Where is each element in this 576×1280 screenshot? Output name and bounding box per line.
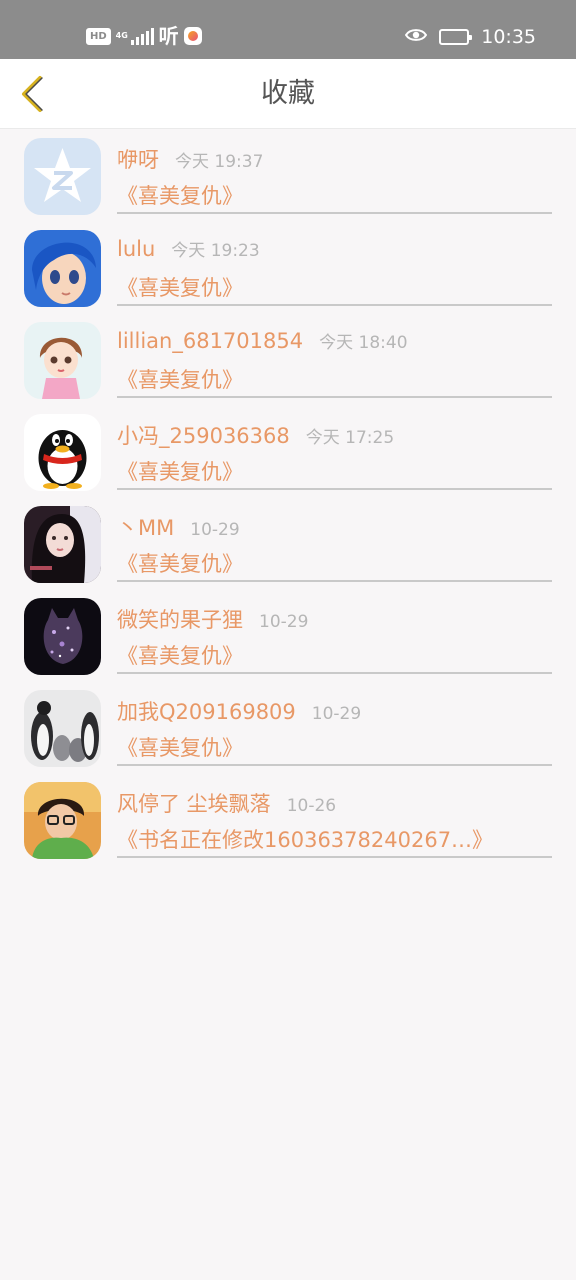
list-item-body: lulu 今天 19:23 《喜美复仇》 bbox=[117, 222, 552, 306]
list-item[interactable]: 丶MM 10-29 《喜美复仇》 bbox=[0, 498, 576, 590]
book-title: 《喜美复仇》 bbox=[117, 644, 243, 668]
list-item[interactable]: 加我Q209169809 10-29 《喜美复仇》 bbox=[0, 682, 576, 774]
user-name: 丶MM bbox=[117, 516, 175, 540]
timestamp: 今天 19:23 bbox=[171, 241, 260, 261]
timestamp: 10-29 bbox=[259, 612, 309, 632]
status-right: 10:35 bbox=[405, 23, 536, 51]
listen-app-icon: 听 bbox=[158, 24, 179, 48]
qzone-star-avatar[interactable] bbox=[24, 138, 101, 215]
list-item-body: 加我Q209169809 10-29 《喜美复仇》 bbox=[117, 682, 552, 766]
list-item-body: 风停了 尘埃飘落 10-26 《书名正在修改16036378240267…》 bbox=[117, 774, 552, 858]
penguins-photo-avatar[interactable] bbox=[24, 690, 101, 767]
user-name: 小冯_259036368 bbox=[117, 424, 290, 448]
book-title: 《喜美复仇》 bbox=[117, 552, 243, 576]
book-title: 《喜美复仇》 bbox=[117, 276, 243, 300]
app-badge-icon bbox=[183, 27, 202, 45]
eye-icon bbox=[405, 27, 428, 47]
user-name: 风停了 尘埃飘落 bbox=[117, 792, 271, 816]
favorites-list: 咿呀 今天 19:37 《喜美复仇》 lulu 今天 19:23 《喜美复仇》 bbox=[0, 130, 576, 866]
list-item-body: 微笑的果子狸 10-29 《喜美复仇》 bbox=[117, 590, 552, 674]
clock: 10:35 bbox=[481, 26, 536, 48]
status-left: HD 4G 听 bbox=[86, 23, 202, 49]
list-item[interactable]: 咿呀 今天 19:37 《喜美复仇》 bbox=[0, 130, 576, 222]
timestamp: 10-29 bbox=[311, 704, 362, 724]
list-item[interactable]: lillian_681701854 今天 18:40 《喜美复仇》 bbox=[0, 314, 576, 406]
cartoon-girl-avatar[interactable] bbox=[24, 322, 101, 399]
photo-girl-avatar[interactable] bbox=[24, 506, 101, 583]
book-title: 《书名正在修改16036378240267…》 bbox=[117, 828, 494, 852]
list-item-body: lillian_681701854 今天 18:40 《喜美复仇》 bbox=[117, 314, 552, 398]
user-name: 加我Q209169809 bbox=[117, 700, 296, 724]
user-name: lillian_681701854 bbox=[117, 329, 304, 353]
book-title: 《喜美复仇》 bbox=[117, 460, 243, 484]
hd-icon: HD bbox=[86, 27, 111, 45]
list-item[interactable]: 微笑的果子狸 10-29 《喜美复仇》 bbox=[0, 590, 576, 682]
list-item[interactable]: 小冯_259036368 今天 17:25 《喜美复仇》 bbox=[0, 406, 576, 498]
qq-penguin-avatar[interactable] bbox=[24, 414, 101, 491]
user-name: 微笑的果子狸 bbox=[117, 608, 243, 632]
status-bar: HD 4G 听 10:35 bbox=[0, 0, 576, 59]
book-title: 《喜美复仇》 bbox=[117, 184, 243, 208]
user-name: lulu bbox=[117, 237, 156, 261]
timestamp: 10-29 bbox=[190, 520, 240, 540]
list-item-body: 咿呀 今天 19:37 《喜美复仇》 bbox=[117, 130, 552, 214]
galaxy-cat-avatar[interactable] bbox=[24, 598, 101, 675]
timestamp: 今天 19:37 bbox=[175, 152, 264, 172]
signal-icon bbox=[130, 27, 154, 45]
timestamp: 今天 17:25 bbox=[305, 428, 395, 448]
list-item-body: 小冯_259036368 今天 17:25 《喜美复仇》 bbox=[117, 406, 552, 490]
network-type: 4G bbox=[115, 31, 128, 40]
user-name: 咿呀 bbox=[117, 148, 159, 172]
boy-glasses-avatar[interactable] bbox=[24, 782, 101, 859]
list-item[interactable]: lulu 今天 19:23 《喜美复仇》 bbox=[0, 222, 576, 314]
timestamp: 10-26 bbox=[286, 796, 337, 816]
nav-bar: 收藏 bbox=[0, 59, 576, 129]
timestamp: 今天 18:40 bbox=[319, 333, 408, 353]
book-title: 《喜美复仇》 bbox=[117, 736, 243, 760]
page-title: 收藏 bbox=[261, 78, 315, 109]
anime-blue-hair-avatar[interactable] bbox=[24, 230, 101, 307]
list-item-body: 丶MM 10-29 《喜美复仇》 bbox=[117, 498, 552, 582]
list-item[interactable]: 风停了 尘埃飘落 10-26 《书名正在修改16036378240267…》 bbox=[0, 774, 576, 866]
book-title: 《喜美复仇》 bbox=[117, 368, 243, 392]
battery-icon bbox=[439, 29, 473, 45]
